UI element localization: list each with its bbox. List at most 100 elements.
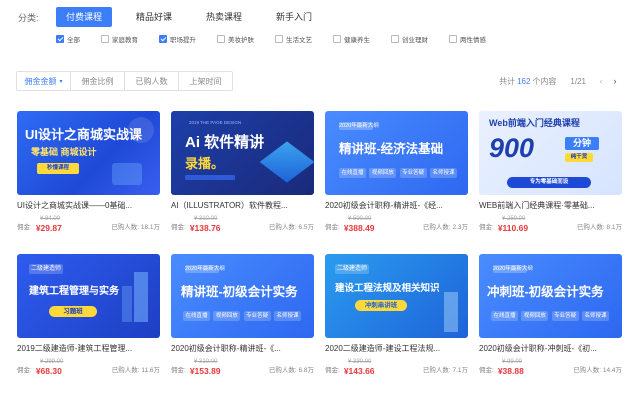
buyers-label: 已购人数:: [111, 367, 140, 374]
sort-listing-time[interactable]: 上架时间: [178, 71, 233, 91]
card-meta: 佣金: ¥110.69 已购人数: 8.1万: [479, 223, 622, 233]
thumb-chip: 视频回放: [369, 168, 397, 178]
buyer-count: 已购人数: 8.1万: [577, 223, 622, 233]
course-title[interactable]: WEB前端入门经典课程·零基础...: [479, 200, 622, 211]
subcategory-lifestyle[interactable]: 生活文艺: [275, 34, 312, 44]
buyer-count: 已购人数: 14.4万: [573, 366, 622, 376]
course-title[interactable]: 2019二级建造师-建筑工程管理...: [17, 343, 160, 354]
card-meta: 佣金: ¥138.76 已购人数: 6.5万: [171, 223, 314, 233]
card-meta: 佣金: ¥38.88 已购人数: 14.4万: [479, 366, 622, 376]
subcategory-relationships[interactable]: 两性情感: [449, 34, 486, 44]
decor-bar: [185, 175, 235, 180]
course-title[interactable]: 2020初级会计职称-精讲班-《...: [171, 343, 314, 354]
commission-price: ¥143.66: [343, 366, 375, 376]
commission-label: 佣金:: [171, 224, 186, 231]
original-price: ¥ 84.00: [40, 216, 61, 222]
course-thumbnail[interactable]: 2020年最新大纲 精讲班-初级会计实务 在线直播 视频回放 专业答疑 名师授课: [171, 254, 314, 338]
course-thumbnail[interactable]: 二级建造师 建设工程法规及相关知识 冲刺串讲班: [325, 254, 468, 338]
checkbox-icon[interactable]: [391, 35, 399, 43]
course-title[interactable]: 2020初级会计职称-冲刺班-《初...: [479, 343, 622, 354]
subcategory-label: 全部: [67, 37, 80, 44]
course-thumbnail[interactable]: UI设计之商城实战课 零基础 商城设计 秒懂课程: [17, 111, 160, 195]
buyers-label: 已购人数:: [268, 224, 297, 231]
course-thumbnail[interactable]: 2020年最新大纲 精讲班-经济法基础 在线直播 视频回放 专业答疑 名师授课: [325, 111, 468, 195]
course-card[interactable]: 2020年最新大纲 精讲班-经济法基础 在线直播 视频回放 专业答疑 名师授课 …: [325, 111, 468, 233]
subcategory-beauty[interactable]: 美妆护肤: [217, 34, 254, 44]
course-card[interactable]: UI设计之商城实战课 零基础 商城设计 秒懂课程 UI设计之商城实战课——0基础…: [17, 111, 160, 233]
sort-bar: 佣金金额 ▾ 佣金比例 已购人数 上架时间 共计 162 个内容 1/21 ‹ ›: [16, 71, 622, 91]
decor-building: [444, 292, 458, 332]
buyer-count: 已购人数: 6.8万: [269, 366, 314, 376]
buyer-count: 已购人数: 2.3万: [423, 223, 468, 233]
course-thumbnail[interactable]: Web前端入门经典课程 900 分钟 纯干货 专为零基础而设: [479, 111, 622, 195]
thumb-bottom-bar: 专为零基础而设: [507, 177, 591, 188]
thumb-title: 精讲班-经济法基础: [339, 142, 444, 156]
course-card[interactable]: 二级建造师 建设工程法规及相关知识 冲刺串讲班 2020二级建造师-建设工程法规…: [325, 254, 468, 376]
decor-building: [122, 286, 132, 322]
commission-label: 佣金:: [479, 224, 494, 231]
checkbox-icon[interactable]: [217, 35, 225, 43]
category-filter: 分类: 付费课程 精品好课 热卖课程 新手入门: [18, 6, 336, 28]
subcategory-label: 美妆护肤: [228, 37, 254, 44]
next-page-icon[interactable]: ›: [608, 74, 622, 88]
commission-label: 佣金:: [325, 367, 340, 374]
buyers-value: 6.5万: [298, 224, 314, 231]
sort-commission-rate[interactable]: 佣金比例: [70, 71, 125, 91]
thumb-title: Ai 软件精讲: [185, 134, 265, 151]
commission-price: ¥138.76: [189, 223, 221, 233]
buyers-label: 已购人数:: [111, 224, 140, 231]
sort-commission-amount[interactable]: 佣金金额 ▾: [16, 71, 71, 91]
checkbox-icon[interactable]: [159, 35, 167, 43]
total-prefix: 共计: [499, 76, 516, 86]
checkbox-icon[interactable]: [101, 35, 109, 43]
course-thumbnail[interactable]: 二级建造师 建筑工程管理与实务 习题班: [17, 254, 160, 338]
course-title[interactable]: AI（ILLUSTRATOR）软件教程...: [171, 200, 314, 211]
subcategory-family-education[interactable]: 家庭教育: [101, 34, 138, 44]
buyer-count: 已购人数: 6.5万: [269, 223, 314, 233]
decor-isometric: [259, 141, 314, 183]
thumb-chip: 专业答疑: [551, 311, 579, 321]
card-meta: 佣金: ¥153.89 已购人数: 6.8万: [171, 366, 314, 376]
subcategory-all[interactable]: 全部: [56, 34, 80, 44]
course-card[interactable]: Web前端入门经典课程 900 分钟 纯干货 专为零基础而设 WEB前端入门经典…: [479, 111, 622, 233]
course-card[interactable]: 2019 THE PAGE DESIGN Ai 软件精讲 录播。 AI（ILLU…: [171, 111, 314, 233]
sort-label: 佣金金额: [24, 76, 57, 86]
commission-label: 佣金:: [479, 367, 494, 374]
original-price: ¥ 99.00: [502, 359, 523, 365]
commission-price: ¥388.49: [343, 223, 375, 233]
course-card[interactable]: 二级建造师 建筑工程管理与实务 习题班 2019二级建造师-建筑工程管理... …: [17, 254, 160, 376]
subcategory-finance[interactable]: 创业理财: [391, 34, 428, 44]
checkbox-icon[interactable]: [333, 35, 341, 43]
thumb-top-tag: 2020年最新大纲: [185, 265, 225, 273]
course-thumbnail[interactable]: 2020年最新大纲 冲刺班-初级会计实务 在线直播 视频回放 专业答疑 名师授课: [479, 254, 622, 338]
buyers-label: 已购人数:: [268, 367, 297, 374]
checkbox-icon[interactable]: [449, 35, 457, 43]
thumb-chip-row: 在线直播 视频回放 专业答疑 名师授课: [183, 311, 301, 323]
course-card[interactable]: 2020年最新大纲 冲刺班-初级会计实务 在线直播 视频回放 专业答疑 名师授课…: [479, 254, 622, 376]
thumb-subtitle: 零基础 商城设计: [31, 147, 97, 157]
sort-buyer-count[interactable]: 已购人数: [124, 71, 179, 91]
course-title[interactable]: UI设计之商城实战课——0基础...: [17, 200, 160, 211]
thumb-minutes: 分钟: [565, 137, 599, 150]
commission-label: 佣金:: [325, 224, 340, 231]
subcategory-health[interactable]: 健康养生: [333, 34, 370, 44]
commission-price: ¥153.89: [189, 366, 221, 376]
tab-hot-courses[interactable]: 热卖课程: [196, 7, 252, 27]
course-title[interactable]: 2020二级建造师-建设工程法规...: [325, 343, 468, 354]
original-price: ¥ 310.00: [194, 359, 218, 365]
tab-paid-courses[interactable]: 付费课程: [56, 7, 113, 27]
subcategory-career[interactable]: 职场提升: [159, 34, 196, 44]
course-thumbnail[interactable]: 2019 THE PAGE DESIGN Ai 软件精讲 录播。: [171, 111, 314, 195]
original-price: ¥ 259.00: [502, 216, 526, 222]
checkbox-icon[interactable]: [275, 35, 283, 43]
commission-price: ¥29.87: [35, 223, 62, 233]
checkbox-icon[interactable]: [56, 35, 64, 43]
tab-beginner-courses[interactable]: 新手入门: [266, 7, 322, 27]
course-card[interactable]: 2020年最新大纲 精讲班-初级会计实务 在线直播 视频回放 专业答疑 名师授课…: [171, 254, 314, 376]
tab-quality-courses[interactable]: 精品好课: [126, 7, 182, 27]
prev-page-icon[interactable]: ‹: [594, 74, 608, 88]
thumb-badge: 冲刺串讲班: [355, 300, 407, 311]
thumb-title: UI设计之商城实战课: [25, 127, 143, 142]
course-title[interactable]: 2020初级会计职称-精讲班-《经...: [325, 200, 468, 211]
commission-label: 佣金:: [17, 367, 32, 374]
